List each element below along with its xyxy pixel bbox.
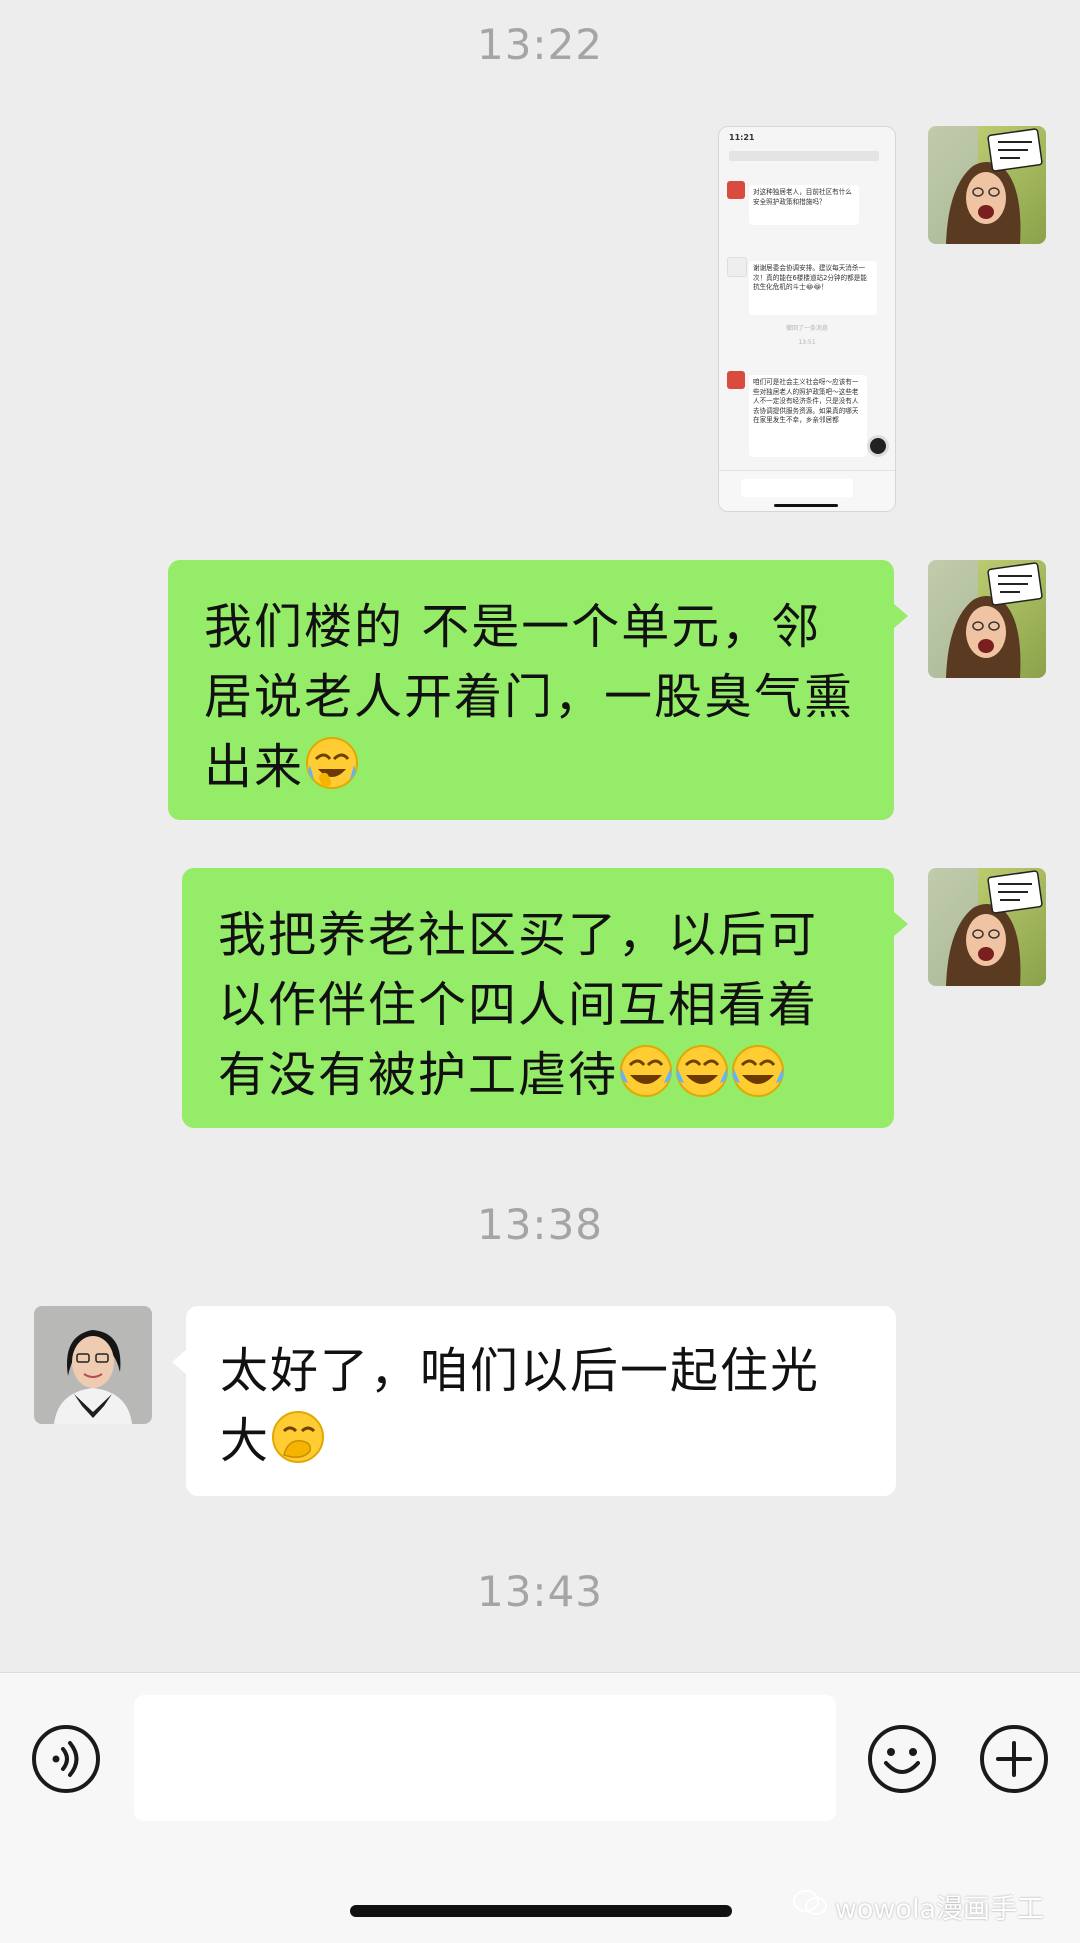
face-with-tears-of-joy-icon [730,1043,786,1118]
home-indicator [350,1905,732,1917]
thumb-bubble: 对这种独居老人，目前社区有什么安全照护政策和措施吗？ [749,185,859,225]
thumb-status-time: 11:21 [729,133,755,142]
watermark-text: wowola漫画手工 [834,1894,1044,1925]
thumb-input-bar [719,470,895,511]
thumb-avatar [727,371,745,389]
bubble-tail [172,1350,186,1374]
emoji-icon[interactable] [866,1723,938,1795]
face-with-tears-of-joy-icon [674,1043,730,1118]
thumb-title-bar [729,151,879,161]
bubble-tail [894,912,908,936]
thumb-bubble: 谢谢居委会协调安排。建议每天消杀一次！真的能在6楼楼道站2分钟的都是能抗生化危机… [749,261,877,315]
face-with-hand-over-mouth-icon [270,1409,326,1484]
bubble-tail [894,604,908,628]
plus-icon[interactable] [978,1723,1050,1795]
message-bubble-sent[interactable]: 我把养老社区买了，以后可以作伴住个四人间互相看着有没有被护工虐待 [182,868,894,1128]
sender-avatar[interactable] [928,560,1046,678]
sender-avatar[interactable] [928,868,1046,986]
contact-avatar[interactable] [34,1306,152,1424]
watermark: wowola漫画手工 [792,1887,1044,1926]
sender-avatar[interactable] [928,126,1046,244]
thumb-avatar [727,181,745,199]
message-text: 我们楼的 不是一个单元，邻居说老人开着门，一股臭气熏出来 [204,599,855,795]
chat-input-bar: wowola漫画手工 [0,1672,1080,1943]
face-with-tears-of-joy-icon [304,735,360,810]
timestamp: 13:43 [476,1567,604,1616]
message-input[interactable] [134,1695,836,1821]
thumb-floating-button [867,435,889,457]
message-bubble-sent[interactable]: 我们楼的 不是一个单元，邻居说老人开着门，一股臭气熏出来 [168,560,894,820]
thumb-recall-note: 撤回了一条消息 [785,325,828,332]
face-with-tears-of-joy-icon [618,1043,674,1118]
shared-screenshot-image[interactable]: 11:21 对这种独居老人，目前社区有什么安全照护政策和措施吗？ 谢谢居委会协调… [718,126,896,512]
message-bubble-received[interactable]: 太好了，咱们以后一起住光大 [186,1306,896,1496]
thumb-bubble: 咱们可是社会主义社会呀～应该有一些对独居老人的照护政策吧～这些老人不一定没有经济… [749,375,867,457]
timestamp: 13:38 [476,1200,604,1249]
timestamp: 13:22 [476,20,604,69]
wechat-logo-icon [792,1889,827,1924]
thumb-timestamp: 13:51 [798,339,816,346]
voice-icon[interactable] [30,1723,102,1795]
thumb-avatar [727,257,747,277]
